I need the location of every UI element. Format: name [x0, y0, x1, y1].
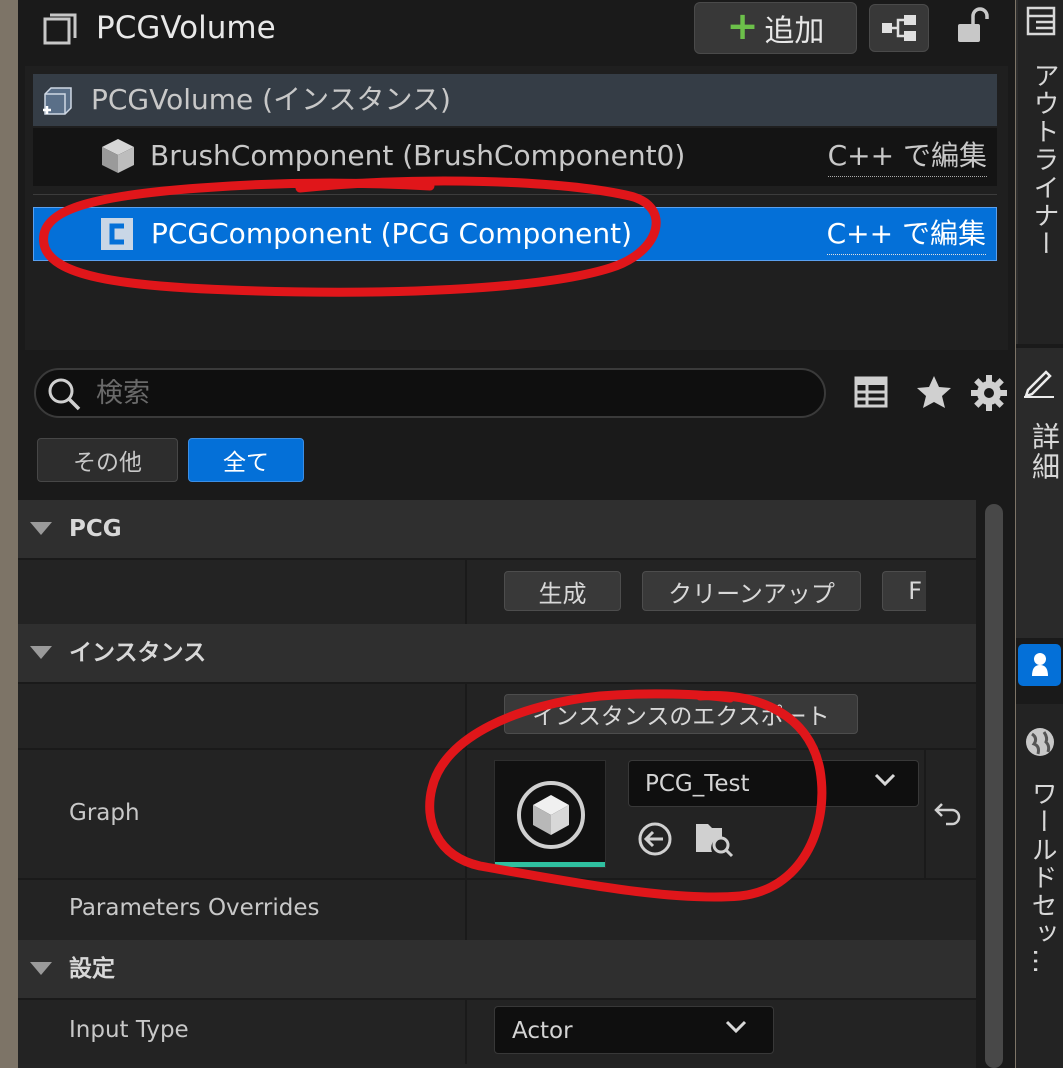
graph-label: Graph: [69, 800, 140, 826]
actor-box-icon: [42, 12, 78, 46]
collapse-arrow-icon: [30, 522, 52, 535]
column-divider: [924, 750, 926, 878]
brush-cube-icon: [102, 139, 134, 173]
category-instance-header[interactable]: インスタンス: [18, 624, 976, 682]
category-pcg-label: PCG: [69, 516, 122, 542]
filter-other-button[interactable]: その他: [37, 438, 178, 482]
side-tab-world-label: ワールドセッ…: [1027, 780, 1057, 976]
pcg-graph-asset-icon: [517, 781, 585, 849]
graph-asset-value: PCG_Test: [645, 771, 750, 797]
graph-asset-dropdown[interactable]: PCG_Test: [628, 760, 919, 807]
export-instances-button[interactable]: インスタンスのエクスポート: [504, 694, 858, 734]
tree-separator: [33, 194, 997, 195]
brush-edit-cpp-link[interactable]: C++ で編集: [827, 136, 987, 177]
volume-icon: [43, 87, 72, 115]
scrollbar-thumb[interactable]: [985, 504, 1003, 1068]
side-tab-details-label: 詳細: [1028, 422, 1061, 482]
blueprint-button[interactable]: [869, 4, 929, 52]
filter-all-button[interactable]: 全て: [188, 438, 304, 482]
input-type-value: Actor: [512, 1018, 573, 1044]
use-selected-asset-icon[interactable]: [636, 820, 674, 858]
blueprint-icon: [882, 15, 916, 41]
collapse-arrow-icon: [30, 962, 52, 975]
cpp-class-icon: [101, 218, 133, 250]
parameters-overrides-label: Parameters Overrides: [69, 895, 320, 921]
add-component-button[interactable]: + 追加: [694, 2, 857, 54]
category-settings-header[interactable]: 設定: [18, 940, 976, 998]
graph-asset-thumbnail[interactable]: [494, 760, 606, 868]
reset-to-default-icon[interactable]: [932, 798, 964, 830]
column-divider: [465, 750, 467, 878]
input-type-dropdown[interactable]: Actor: [494, 1006, 774, 1054]
world-globe-icon: [1026, 728, 1054, 756]
tree-row-brush-component[interactable]: BrushComponent (BrushComponent0) C++ で編集: [33, 128, 997, 186]
side-tab-world-settings[interactable]: ワールドセッ…: [1016, 704, 1063, 1068]
outliner-list-icon: [1026, 6, 1056, 36]
browse-to-asset-icon[interactable]: [694, 818, 734, 858]
table-view-icon[interactable]: [853, 374, 889, 410]
asset-type-color-bar: [495, 862, 605, 867]
category-instance-label: インスタンス: [69, 640, 207, 666]
tree-pcg-label: PCGComponent (PCG Component): [151, 217, 633, 250]
tree-brush-label: BrushComponent (BrushComponent0): [150, 139, 686, 172]
partial-clipped-button[interactable]: F: [882, 571, 926, 611]
collapse-arrow-icon: [30, 646, 52, 659]
column-divider: [465, 684, 467, 748]
pcg-edit-cpp-link[interactable]: C++ で編集: [826, 214, 986, 255]
input-type-label: Input Type: [69, 1017, 189, 1043]
pencil-icon: [1024, 370, 1054, 398]
chevron-down-icon: [874, 773, 896, 787]
category-settings-label: 設定: [69, 956, 115, 982]
search-box[interactable]: [34, 368, 826, 418]
side-tab-outliner-label: アウトライナー: [1029, 62, 1059, 258]
chevron-down-icon: [725, 1020, 747, 1034]
plus-icon: +: [726, 4, 759, 48]
side-tab-actor[interactable]: [1018, 644, 1061, 686]
cleanup-button[interactable]: クリーンアップ: [642, 571, 861, 611]
tree-root-label: PCGVolume (インスタンス): [91, 83, 451, 116]
column-divider: [465, 880, 467, 940]
search-icon: [48, 378, 81, 411]
category-pcg-header[interactable]: PCG: [18, 500, 976, 558]
settings-gear-icon[interactable]: [968, 372, 1010, 414]
column-divider: [465, 1000, 467, 1064]
search-input[interactable]: [96, 374, 796, 412]
side-tab-details[interactable]: 詳細: [1016, 348, 1063, 638]
tree-row-pcg-component[interactable]: PCGComponent (PCG Component) C++ で編集: [33, 207, 997, 261]
side-tab-outliner[interactable]: アウトライナー: [1016, 0, 1063, 344]
actor-pawn-icon: [1031, 653, 1048, 676]
actor-title: PCGVolume: [96, 10, 276, 46]
favorite-star-icon[interactable]: [914, 372, 954, 412]
lock-icon[interactable]: [954, 6, 990, 46]
tree-row-root[interactable]: PCGVolume (インスタンス): [33, 74, 997, 126]
add-button-label: 追加: [764, 14, 825, 49]
generate-button[interactable]: 生成: [504, 571, 621, 611]
column-divider: [465, 560, 467, 624]
